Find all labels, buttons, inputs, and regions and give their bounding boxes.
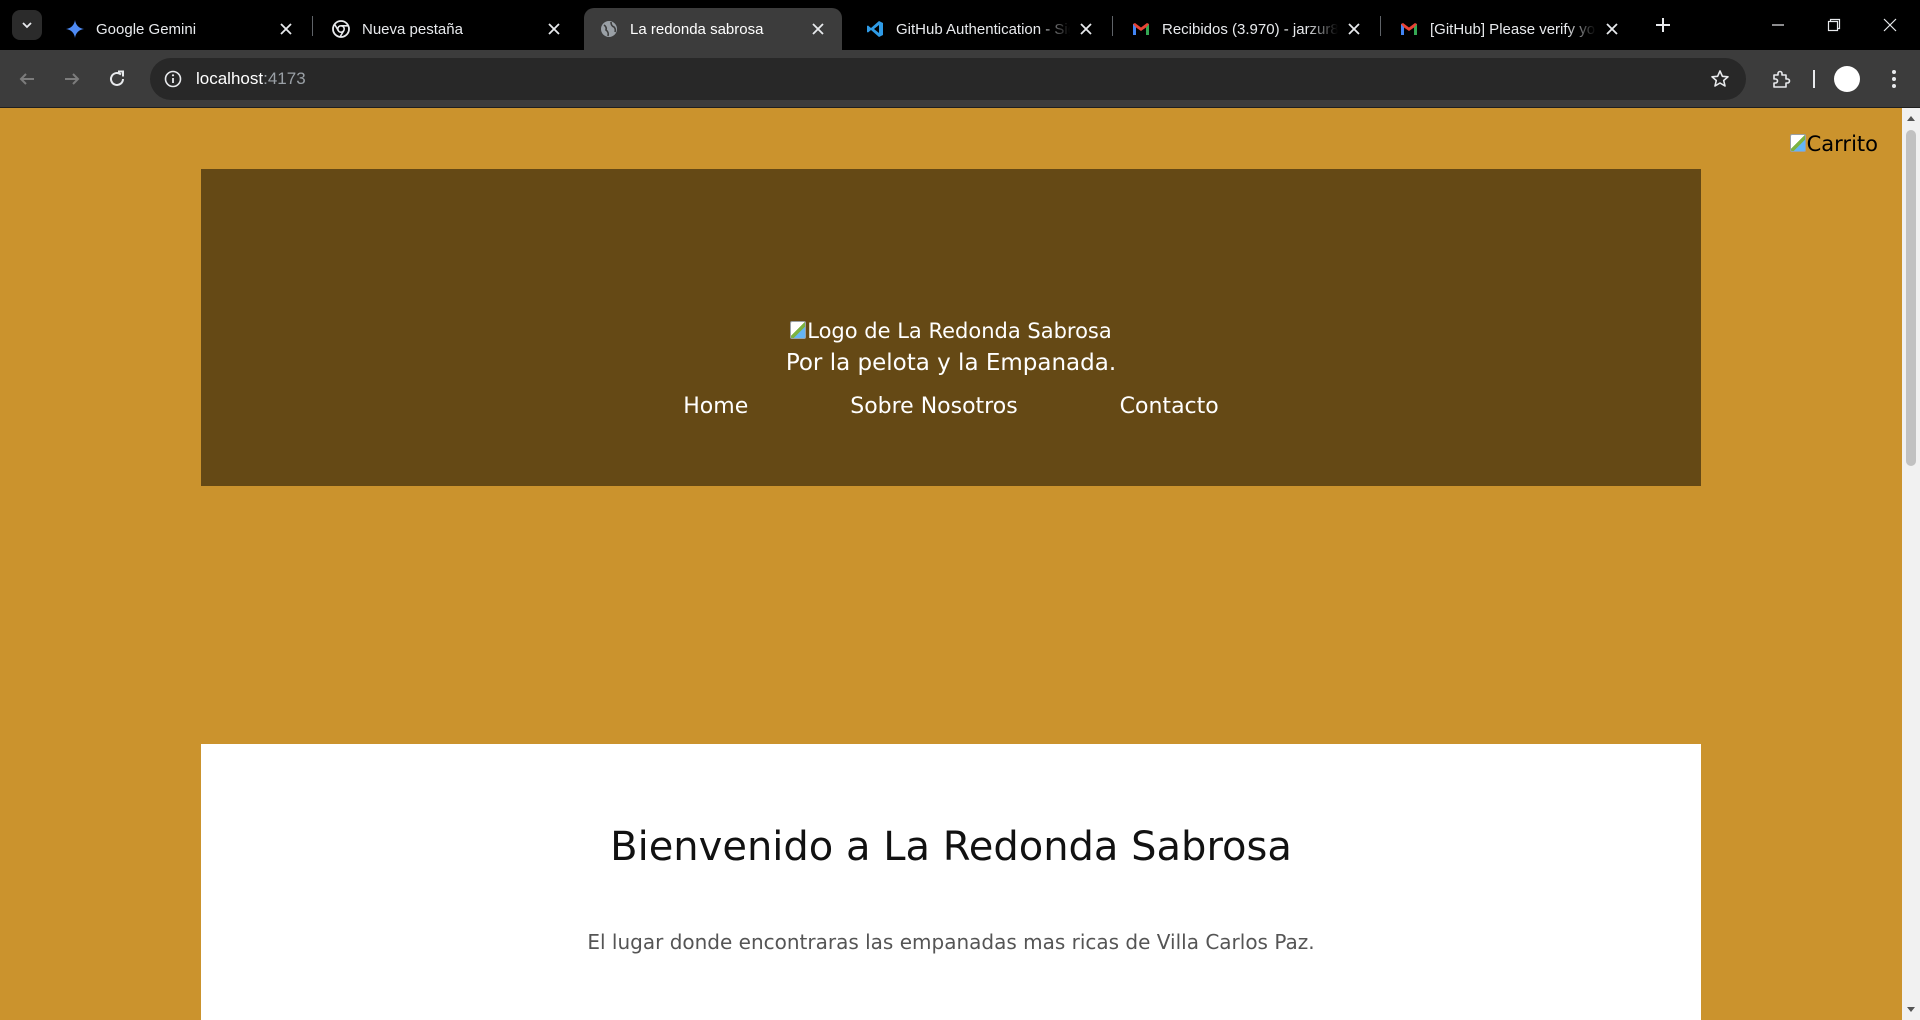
tab-search-button[interactable] — [12, 10, 42, 40]
browser-toolbar: localhost:4173 — [0, 50, 1920, 108]
tab-title: Nueva pestaña — [362, 20, 463, 38]
url-host: localhost — [196, 69, 264, 88]
gemini-icon — [66, 20, 84, 38]
chrome-icon — [332, 20, 350, 38]
page-scrollbar[interactable] — [1902, 108, 1920, 1020]
tab-title: La redonda sabrosa — [630, 20, 764, 38]
tab-separator — [312, 16, 313, 36]
tab-github-verify[interactable]: [GitHub] Please verify your device — [1384, 8, 1636, 50]
tab-separator — [1380, 16, 1381, 36]
cart-link[interactable]: Carrito — [1789, 132, 1878, 156]
chevron-down-icon — [22, 22, 32, 29]
tab-recibidos-gmail[interactable]: Recibidos (3.970) - jarzur85@gmail.com — [1116, 8, 1378, 50]
plus-icon — [1656, 18, 1670, 32]
welcome-subtitle: El lugar donde encontraras las empanadas… — [587, 930, 1315, 954]
close-icon[interactable] — [1076, 19, 1096, 39]
vscode-icon — [866, 20, 884, 38]
nav-link-sobre-nosotros[interactable]: Sobre Nosotros — [850, 394, 1017, 419]
restore-button[interactable] — [1806, 0, 1862, 50]
minimize-icon — [1772, 24, 1784, 26]
close-window-button[interactable] — [1862, 0, 1918, 50]
logo-image-alt: Logo de La Redonda Sabrosa — [807, 319, 1112, 343]
scroll-up-arrow-icon[interactable] — [1902, 110, 1920, 126]
broken-image-icon — [790, 321, 807, 339]
tab-nueva-pestana[interactable]: Nueva pestaña — [316, 8, 578, 50]
restore-icon — [1827, 18, 1841, 32]
tab-separator — [1112, 16, 1113, 36]
close-icon[interactable] — [808, 19, 828, 39]
new-tab-button[interactable] — [1650, 12, 1676, 38]
scrollbar-thumb[interactable] — [1906, 130, 1916, 466]
back-button[interactable] — [11, 63, 43, 95]
site-tagline: Por la pelota y la Empanada. — [785, 350, 1117, 376]
close-icon[interactable] — [1602, 19, 1622, 39]
tab-title: Recibidos (3.970) - jarzur85@gmail.com — [1162, 20, 1338, 38]
profile-avatar[interactable] — [1834, 66, 1860, 92]
gmail-icon — [1400, 20, 1418, 38]
gmail-icon — [1132, 20, 1150, 38]
address-bar[interactable]: localhost:4173 — [150, 58, 1746, 100]
extensions-button[interactable] — [1765, 63, 1797, 95]
tab-github-authentication[interactable]: GitHub Authentication - Sign in — [850, 8, 1110, 50]
site-info-icon[interactable] — [160, 66, 186, 92]
nav-link-contacto[interactable]: Contacto — [1120, 394, 1219, 419]
tab-la-redonda-sabrosa[interactable]: La redonda sabrosa — [584, 8, 842, 50]
bookmark-star-icon[interactable] — [1708, 67, 1732, 91]
welcome-section: Bienvenido a La Redonda Sabrosa El lugar… — [201, 744, 1701, 1020]
minimize-button[interactable] — [1750, 0, 1806, 50]
scroll-down-arrow-icon[interactable] — [1902, 1002, 1920, 1018]
close-icon — [1883, 18, 1897, 32]
broken-image-icon — [1789, 134, 1806, 152]
close-icon[interactable] — [1344, 19, 1364, 39]
globe-icon — [600, 20, 618, 38]
close-icon[interactable] — [276, 19, 296, 39]
puzzle-icon — [1773, 70, 1791, 88]
site-header: Logo de La Redonda Sabrosa Por la pelota… — [201, 169, 1701, 486]
url-port: :4173 — [263, 69, 306, 88]
tab-google-gemini[interactable]: Google Gemini — [50, 8, 310, 50]
tab-title: [GitHub] Please verify your device — [1430, 20, 1596, 38]
site-logo[interactable]: Logo de La Redonda Sabrosa — [201, 319, 1701, 343]
close-icon[interactable] — [544, 19, 564, 39]
main-nav: Home Sobre Nosotros Contacto — [201, 394, 1701, 419]
forward-button[interactable] — [56, 63, 88, 95]
toolbar-divider — [1813, 70, 1815, 88]
tab-title: Google Gemini — [96, 20, 197, 38]
page-viewport: Carrito Logo de La Redonda Sabrosa Por l… — [0, 108, 1902, 1020]
welcome-title: Bienvenido a La Redonda Sabrosa — [610, 824, 1292, 870]
reload-button[interactable] — [101, 63, 133, 95]
browser-menu-button[interactable] — [1878, 63, 1910, 95]
cart-image-alt: Carrito — [1806, 132, 1878, 156]
more-vert-icon — [1892, 70, 1896, 88]
arrow-left-icon — [19, 73, 34, 85]
tab-title: GitHub Authentication - Sign in — [896, 20, 1070, 38]
arrow-right-icon — [65, 73, 80, 85]
tab-strip: Google Gemini Nueva pestaña La redonda s… — [0, 0, 1920, 50]
reload-icon — [110, 70, 124, 86]
url-text[interactable]: localhost:4173 — [196, 69, 306, 89]
nav-link-home[interactable]: Home — [683, 394, 748, 419]
